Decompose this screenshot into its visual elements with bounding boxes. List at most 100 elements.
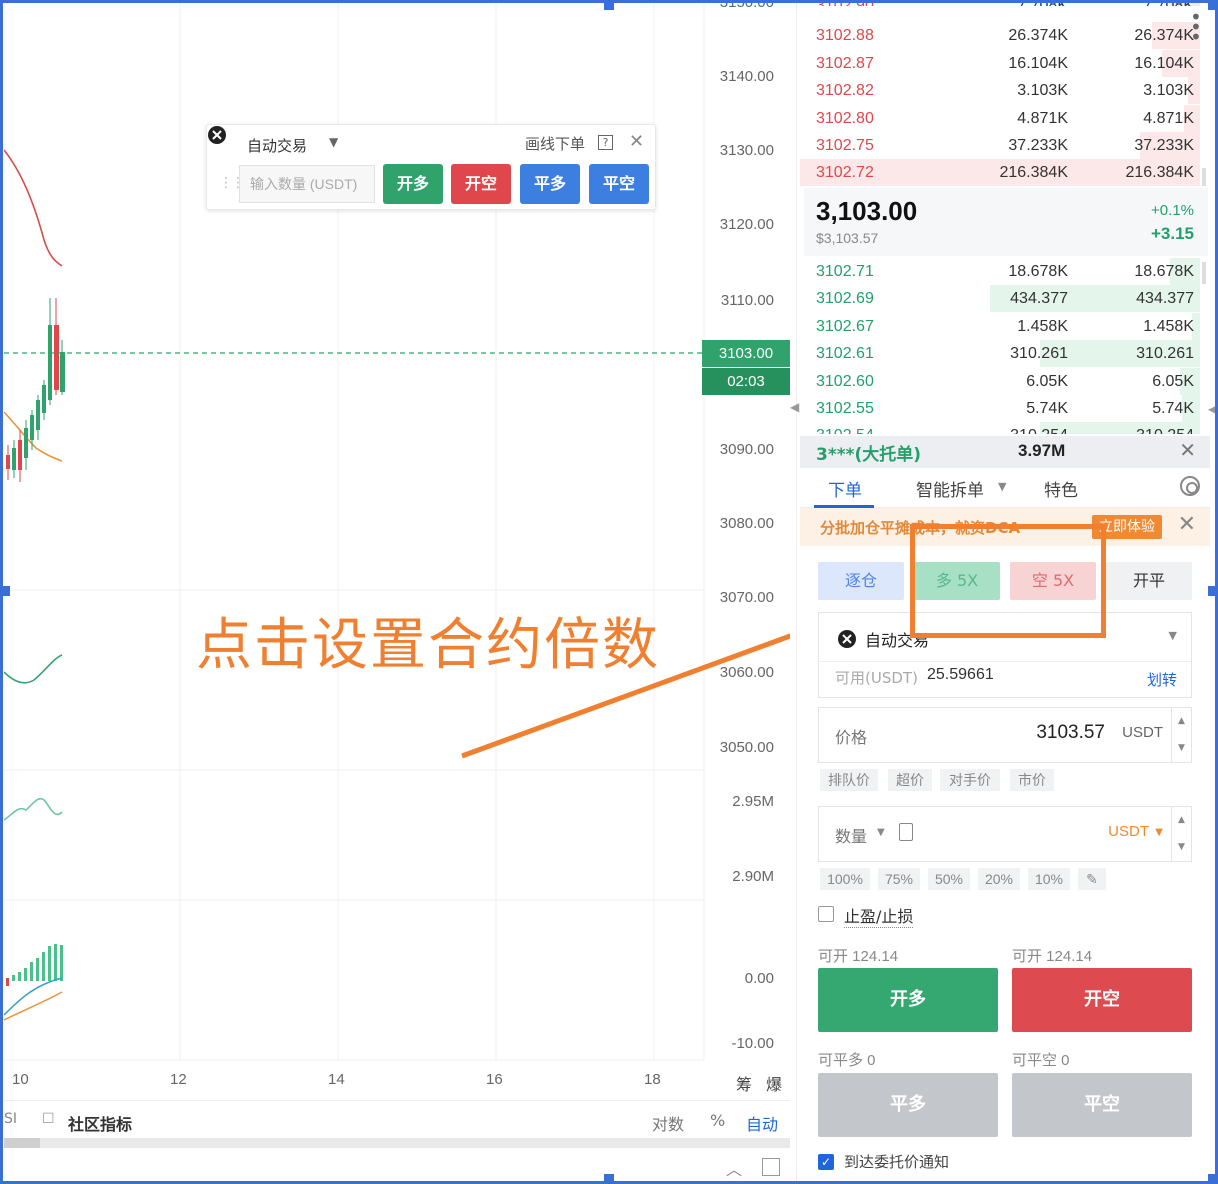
scrollbar-thumb[interactable] [1202, 262, 1206, 284]
orderbook-total: 7.708K [1143, 0, 1194, 6]
log-scale-toggle[interactable]: 对数 [652, 1111, 684, 1135]
close-long-button[interactable]: 平多 [520, 164, 580, 204]
price-label: 3050.00 [719, 739, 774, 756]
edit-icon[interactable]: ✎ [1078, 868, 1106, 890]
tp-sl-label[interactable]: 止盈/止损 [844, 903, 914, 928]
chevron-down-icon[interactable]: ▼ [998, 480, 1006, 493]
orderbook-total: 434.377 [1136, 290, 1194, 308]
chevron-down-icon[interactable]: ▼ [1155, 827, 1163, 838]
tab-smart-split[interactable]: 智能拆单 [916, 476, 984, 501]
open-short-submit-button[interactable]: 开空 [1012, 968, 1192, 1032]
close-long-submit-button[interactable]: 平多 [818, 1073, 998, 1137]
quantity-field[interactable]: 数量 ▼ USDT ▼ ▲ ▼ [818, 806, 1192, 862]
pct-chip-100[interactable]: 100% [820, 868, 870, 890]
orderbook-bid-row[interactable]: 3102.69 434.377 434.377 [800, 285, 1200, 313]
settings-icon[interactable] [1180, 476, 1200, 496]
orderbook-bid-row[interactable]: 3102.61 310.261 310.261 [800, 340, 1200, 368]
orderbook-ask-row[interactable]: 3102.87 16.104K 16.104K [800, 49, 1200, 77]
scrollbar-thumb[interactable] [1202, 168, 1206, 186]
volume-label: 2.90M [732, 868, 774, 885]
orderbook-total: 16.104K [1134, 54, 1194, 72]
indicator-line-1 [4, 654, 63, 684]
account-selector[interactable]: 自动交易 ▼ 可用(USDT) 25.59661 划转 [818, 612, 1192, 698]
chart-area[interactable]: 3150.00 3140.00 3130.00 3120.00 3110.00 … [4, 0, 790, 1184]
lock-icon[interactable] [899, 823, 913, 841]
auto-trade-title[interactable]: 自动交易 [247, 135, 307, 156]
auto-trade-icon [838, 630, 856, 648]
orderbook-amount: 434.377 [1010, 290, 1068, 308]
orderbook-ask-row[interactable]: 3102.90 7.708K 7.708K [800, 0, 1200, 6]
open-long-button[interactable]: 开多 [383, 164, 443, 204]
collapse-left-icon[interactable]: ◀ [790, 400, 799, 414]
percent-scale-toggle[interactable]: % [710, 1111, 725, 1130]
orderbook-bid-row[interactable]: 3102.60 6.05K 6.05K [800, 367, 1200, 395]
orderbook-bid-row[interactable]: 3102.67 1.458K 1.458K [800, 312, 1200, 340]
ma-red-line [4, 149, 63, 267]
collapse-right-icon[interactable]: ◀ [1208, 402, 1217, 416]
auto-scale-toggle[interactable]: 自动 [746, 1111, 778, 1135]
help-icon[interactable]: ? [598, 135, 613, 150]
price-chip-queue[interactable]: 排队价 [820, 769, 878, 791]
draw-order-link[interactable]: 画线下单 [525, 133, 585, 154]
pct-chip-50[interactable]: 50% [928, 868, 970, 890]
more-icon[interactable]: • • • [1190, 7, 1202, 47]
long-leverage-button[interactable]: 多 5X [914, 562, 1000, 600]
chart-scrollbar-thumb[interactable] [4, 1138, 40, 1148]
community-indicators-button[interactable]: 社区指标 [68, 1111, 132, 1135]
orderbook-bid-row[interactable]: 3102.55 5.74K 5.74K [800, 395, 1200, 422]
orderbook-bid-row[interactable]: 3102.71 18.678K 18.678K [800, 258, 1200, 285]
price-change: +3.15 [1150, 224, 1194, 243]
indicator-cut-label[interactable]: SI [4, 1111, 17, 1127]
quantity-input[interactable]: 输入数量 (USDT) [239, 165, 375, 203]
chevron-down-icon[interactable]: ▼ [329, 135, 338, 149]
notify-checkbox[interactable]: ✓ [818, 1154, 834, 1170]
close-short-submit-button[interactable]: 平空 [1012, 1073, 1192, 1137]
chips-toggle[interactable]: 筹 [736, 1071, 752, 1095]
close-icon[interactable]: ✕ [629, 131, 644, 152]
orderbook-ask-row[interactable]: 3102.72 216.384K 216.384K [800, 159, 1200, 187]
price-stepper[interactable]: ▲ ▼ [1171, 708, 1191, 762]
chart-scrollbar[interactable] [4, 1138, 790, 1148]
edit-icon[interactable]: ☐ [42, 1111, 55, 1127]
close-icon[interactable]: ✕ [1178, 512, 1196, 537]
orderbook-bid-row[interactable]: 3102.54 310.254 310.254 [800, 422, 1200, 435]
open-close-mode-button[interactable]: 开平 [1106, 562, 1192, 600]
pct-chip-20[interactable]: 20% [978, 868, 1020, 890]
transfer-link[interactable]: 划转 [1147, 669, 1177, 690]
price-chip-counterparty[interactable]: 对手价 [940, 769, 1000, 791]
price-field[interactable]: 价格 3103.57 USDT ▲ ▼ [818, 707, 1192, 763]
chevron-down-icon[interactable]: ▼ [1169, 629, 1177, 642]
chevron-down-icon[interactable]: ▼ [877, 827, 885, 838]
fullscreen-icon[interactable] [762, 1158, 780, 1176]
pct-chip-10[interactable]: 10% [1028, 868, 1070, 890]
chevron-up-icon[interactable]: ︿ [726, 1156, 742, 1180]
quantity-unit[interactable]: USDT [1108, 823, 1149, 840]
short-leverage-button[interactable]: 空 5X [1010, 562, 1096, 600]
close-short-button[interactable]: 平空 [589, 164, 649, 204]
orderbook-ask-row[interactable]: 3102.75 37.233K 37.233K [800, 132, 1200, 159]
margin-mode-button[interactable]: 逐仓 [818, 562, 904, 600]
chart-bottom-bar: SI ☐ 社区指标 对数 % 自动 [4, 1100, 790, 1138]
liquidation-toggle[interactable]: 爆 [766, 1071, 782, 1095]
close-icon[interactable]: ✕ [1179, 438, 1196, 462]
price-value[interactable]: 3103.57 [1036, 722, 1105, 744]
orderbook-mid-price: 3,103.00 $3,103.57 +0.1% +3.15 [804, 188, 1208, 256]
orderbook-price: 3102.60 [816, 372, 874, 390]
orderbook-price: 3102.55 [816, 400, 874, 417]
orderbook-ask-row[interactable]: 3102.80 4.871K 4.871K [800, 104, 1200, 132]
promo-try-button[interactable]: 立即体验 [1092, 515, 1162, 539]
price-chip-over[interactable]: 超价 [888, 769, 932, 791]
orderbook-ask-row[interactable]: 3102.88 26.374K 26.374K [800, 22, 1200, 50]
open-short-button[interactable]: 开空 [451, 164, 511, 204]
candle-countdown: 02:03 [702, 368, 790, 395]
quantity-stepper[interactable]: ▲ ▼ [1171, 807, 1191, 861]
tp-sl-checkbox[interactable] [818, 906, 834, 922]
tab-place-order[interactable]: 下单 [828, 476, 862, 501]
orderbook-ask-row[interactable]: 3102.82 3.103K 3.103K [800, 77, 1200, 105]
open-long-submit-button[interactable]: 开多 [818, 968, 998, 1032]
tab-features[interactable]: 特色 [1044, 476, 1078, 501]
notify-label[interactable]: 到达委托价通知 [844, 1151, 949, 1172]
big-order-amount: 3.97M [1018, 441, 1066, 460]
pct-chip-75[interactable]: 75% [878, 868, 920, 890]
price-chip-market[interactable]: 市价 [1010, 769, 1054, 791]
